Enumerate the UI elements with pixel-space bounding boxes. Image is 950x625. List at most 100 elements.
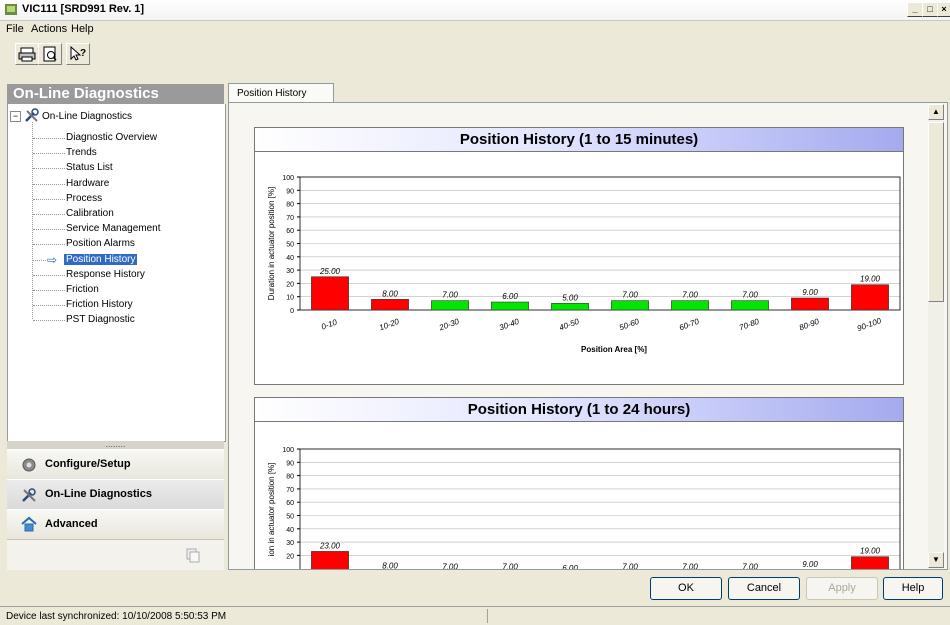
tree-item-position-alarms[interactable]: Position Alarms — [66, 238, 135, 249]
vertical-scrollbar[interactable]: ▲ ▼ — [928, 104, 944, 568]
maximize-button[interactable]: □ — [922, 2, 938, 17]
nav-footer — [7, 539, 224, 570]
tree-collapse-toggle[interactable]: − — [10, 111, 21, 122]
context-help-button[interactable]: ? — [66, 43, 90, 65]
tree-item-response-history[interactable]: Response History — [66, 269, 145, 280]
tree-item-hardware[interactable]: Hardware — [66, 178, 109, 189]
ok-button[interactable]: OK — [650, 577, 722, 600]
bar-value-label: 8.00 — [382, 561, 398, 570]
tab-label: Position History — [237, 88, 307, 99]
nav-header-label: On-Line Diagnostics — [13, 85, 159, 102]
y-tick-label: 30 — [286, 268, 294, 275]
y-tick-label: 70 — [286, 487, 294, 494]
bar — [791, 297, 829, 311]
app-icon — [5, 4, 17, 15]
tree-item-calibration[interactable]: Calibration — [66, 208, 114, 219]
bar — [851, 284, 889, 311]
bar — [551, 303, 589, 311]
chart-panel-15min: Position History (1 to 15 minutes) 0 10 20… — [254, 127, 904, 385]
tree-item-position-history[interactable]: Position History — [64, 253, 138, 265]
y-tick-label: 40 — [286, 527, 294, 534]
x-tick-label: 50-60 — [618, 317, 641, 333]
y-tick-label: 20 — [286, 281, 294, 288]
scroll-thumb[interactable] — [928, 122, 944, 302]
y-tick-label: 30 — [286, 540, 294, 547]
y-tick-label: 90 — [286, 188, 294, 195]
tree-connector — [33, 305, 65, 307]
nav-section-label: Configure/Setup — [45, 458, 131, 470]
status-divider — [487, 609, 488, 623]
content-pane: Position History (1 to 15 minutes) 0 10 20… — [228, 102, 948, 570]
bar-value-label: 23.00 — [319, 541, 341, 550]
nav-splitter[interactable]: ........ — [7, 440, 224, 449]
y-tick-label: 10 — [286, 295, 294, 302]
tree-connector — [33, 138, 65, 139]
tab-position-history[interactable]: Position History — [228, 83, 334, 104]
bar-value-label: 6.00 — [502, 292, 518, 301]
tree-item-diagnostic-overview[interactable]: Diagnostic Overview — [66, 132, 157, 143]
menu-help[interactable]: Help — [71, 23, 94, 35]
tree-connector — [33, 290, 65, 291]
scroll-up-button[interactable]: ▲ — [928, 104, 944, 120]
tree-connector — [33, 183, 65, 185]
bar-value-label: 7.00 — [622, 291, 638, 300]
bar — [731, 300, 769, 311]
window-title: VIC111 [SRD991 Rev. 1] — [22, 3, 145, 15]
context-help-icon: ? — [70, 45, 86, 61]
menu-file[interactable]: File — [6, 23, 24, 35]
bar-value-label: 5.00 — [562, 293, 578, 302]
tree-item-trends[interactable]: Trends — [66, 147, 97, 158]
y-tick-label: 90 — [286, 460, 294, 467]
nav-section-label: Advanced — [45, 518, 98, 530]
cancel-button[interactable]: Cancel — [728, 577, 800, 600]
tree-item-pst-diagnostic[interactable]: PST Diagnostic — [66, 314, 135, 325]
x-tick-label: 30-40 — [498, 317, 521, 333]
nav-tree: − On-Line Diagnostics Diagnostic Overvie… — [7, 104, 226, 442]
menu-bar: File Actions Help — [0, 21, 950, 39]
bar-value-label: 7.00 — [442, 291, 458, 300]
tree-connector — [33, 274, 65, 276]
apply-button[interactable]: Apply — [806, 577, 878, 600]
print-preview-button[interactable] — [38, 43, 62, 65]
y-tick-label: 20 — [286, 553, 294, 560]
bar — [851, 556, 889, 569]
nav-section-advanced[interactable]: Advanced — [7, 509, 224, 540]
bar-value-label: 9.00 — [802, 560, 818, 569]
bar-value-label: 7.00 — [622, 563, 638, 570]
bar — [371, 299, 409, 311]
tree-item-friction-history[interactable]: Friction History — [66, 299, 133, 310]
y-tick-label: 100 — [282, 175, 294, 182]
nav-header: On-Line Diagnostics — [7, 84, 224, 104]
bar-value-label: 8.00 — [382, 289, 398, 298]
minimize-button[interactable]: _ — [907, 2, 923, 17]
tree-item-service-management[interactable]: Service Management — [66, 223, 161, 234]
tree-item-friction[interactable]: Friction — [66, 284, 99, 295]
x-tick-label: 40-50 — [558, 317, 581, 333]
printer-icon — [18, 47, 36, 62]
close-button[interactable]: × — [937, 2, 950, 17]
scroll-down-button[interactable]: ▼ — [928, 552, 944, 568]
bar-value-label: 19.00 — [860, 275, 881, 284]
copy-icon[interactable] — [185, 547, 201, 563]
bar-chart-15min: 0 10 20 30 40 50 60 70 80 90 100 Duration in actuat… — [267, 175, 901, 354]
y-tick-label: 50 — [286, 242, 294, 249]
tree-root[interactable]: On-Line Diagnostics — [42, 111, 132, 122]
bar-value-label: 7.00 — [682, 563, 698, 570]
tree-connector — [33, 229, 65, 231]
y-axis-label: ion in actuator position [%] — [267, 463, 276, 557]
bar — [671, 300, 709, 311]
bar — [311, 551, 349, 569]
print-button[interactable] — [15, 43, 39, 65]
tree-item-process[interactable]: Process — [66, 193, 102, 204]
bar-value-label: 7.00 — [742, 563, 758, 570]
x-tick-label: 90-100 — [856, 316, 883, 333]
tree-item-status-list[interactable]: Status List — [66, 162, 113, 173]
bar-value-label: 7.00 — [502, 563, 518, 570]
tree-connector — [33, 198, 65, 200]
nav-section-configure[interactable]: Configure/Setup — [7, 449, 224, 480]
menu-actions[interactable]: Actions — [31, 23, 67, 35]
nav-section-diagnostics[interactable]: On-Line Diagnostics — [7, 479, 224, 510]
help-button[interactable]: Help — [883, 577, 943, 600]
tools-icon — [25, 108, 39, 122]
y-tick-label: 60 — [286, 228, 294, 235]
